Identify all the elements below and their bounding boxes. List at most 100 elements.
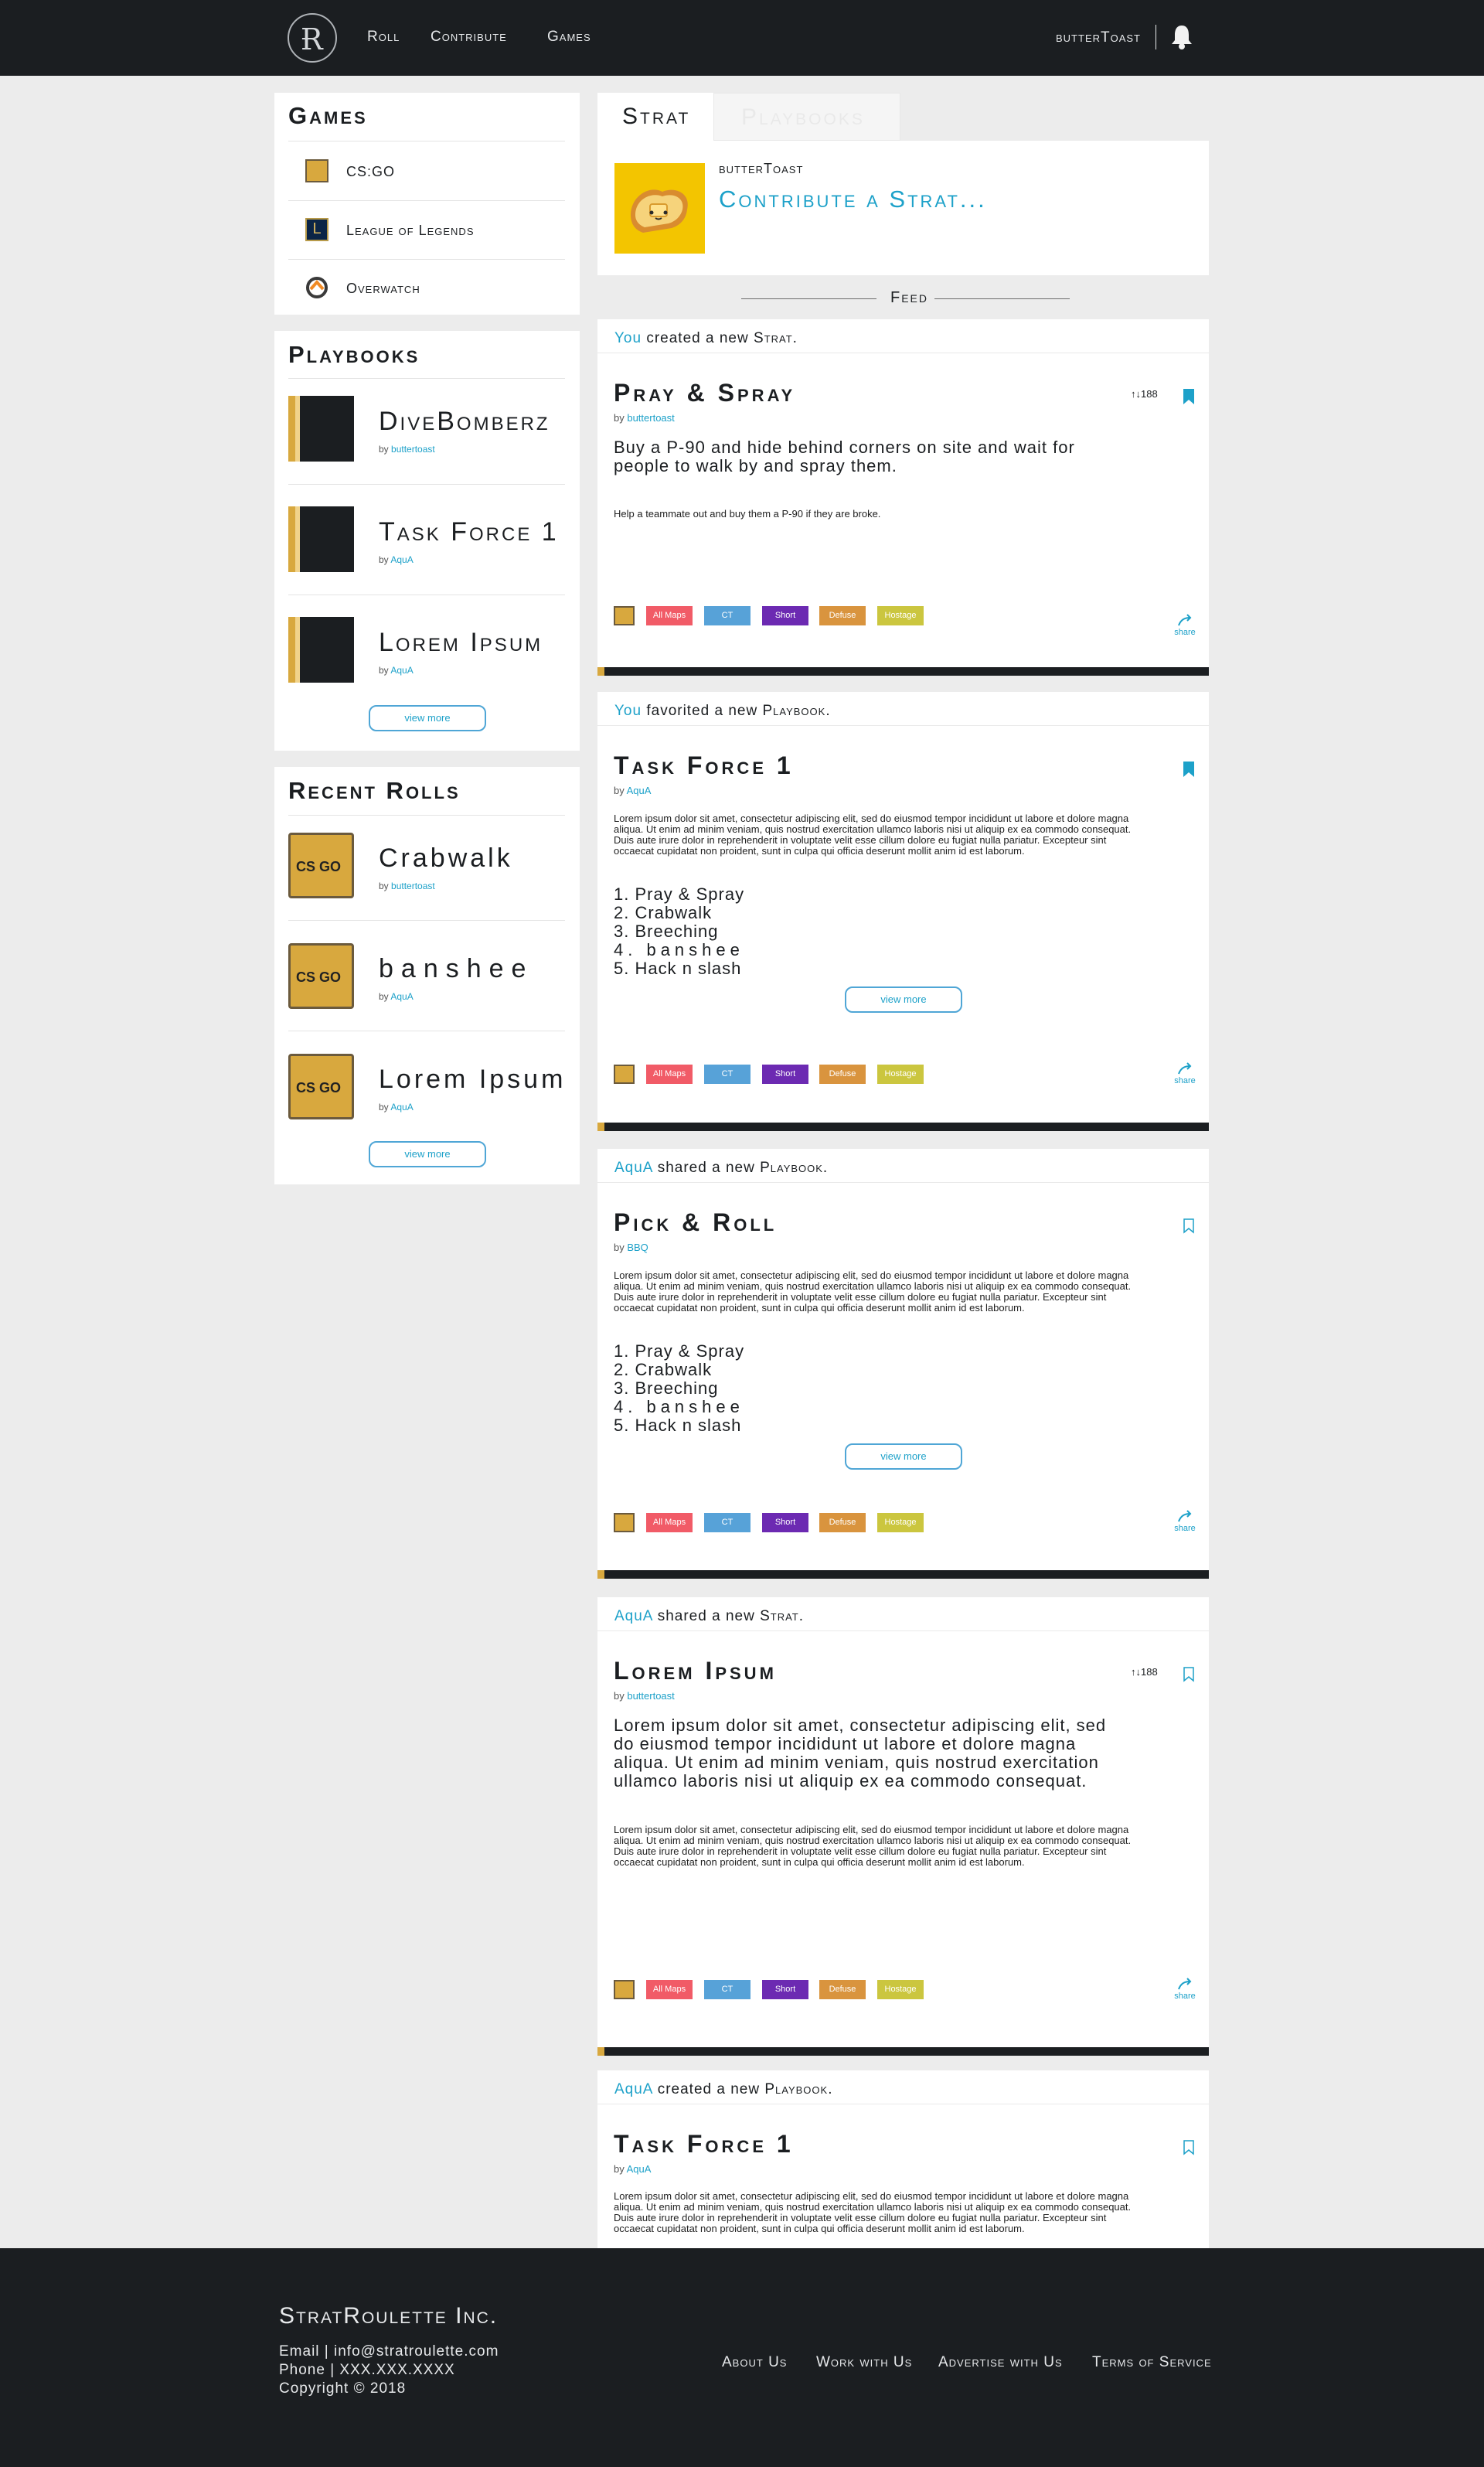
playbook-title[interactable]: Task Force 1 [614, 2130, 794, 2159]
bookmark-outline-icon[interactable] [1183, 1218, 1194, 1234]
footer-email[interactable]: Email | info@stratroulette.com [279, 2343, 499, 2360]
strat-author-link[interactable]: buttertoast [627, 412, 674, 424]
game-item-overwatch[interactable]: Overwatch [288, 264, 565, 310]
activity-actor-link[interactable]: AquA [614, 1160, 652, 1176]
playbook-item[interactable]: Lorem Ipsum by AquA [288, 617, 565, 710]
strat-title[interactable]: Lorem Ipsum [614, 1657, 777, 1685]
play-item[interactable]: 3. Breeching [614, 1379, 744, 1398]
footer-link-terms-of-service[interactable]: Terms of Service [1092, 2354, 1212, 2371]
stratroulette-logo[interactable]: Ɍ [288, 13, 337, 63]
csgo-icon [614, 606, 635, 625]
footer-link-about-us[interactable]: About Us [722, 2354, 787, 2371]
nav-contribute-link[interactable]: Contribute [431, 29, 507, 46]
bookmark-filled-icon[interactable] [1183, 762, 1194, 777]
play-item[interactable]: 4. banshee [614, 1398, 744, 1416]
games-divider [288, 259, 565, 260]
playbook-view-more-button[interactable]: view more [845, 986, 962, 1013]
playbook-author-link[interactable]: BBQ [627, 1242, 648, 1253]
tag-ct[interactable]: CT [704, 1513, 751, 1532]
roll-author-link[interactable]: buttertoast [391, 881, 435, 891]
tag-short[interactable]: Short [762, 1065, 808, 1084]
playbook-item[interactable]: DiveBomberz by buttertoast [288, 396, 565, 489]
playbook-author-link[interactable]: AquA [390, 554, 413, 565]
share-button[interactable]: share [1173, 1062, 1196, 1085]
strat-note: Lorem ipsum dolor sit amet, consectetur … [614, 1824, 1132, 1868]
footer-link-advertise-with-us[interactable]: Advertise with Us [938, 2354, 1063, 2371]
contribute-strat-input[interactable]: Contribute a Strat... [719, 186, 987, 213]
playbook-author-link[interactable]: AquA [627, 785, 652, 796]
playbook-author-link[interactable]: AquA [390, 665, 413, 676]
tab-strat[interactable]: Strat [597, 93, 713, 141]
tag-short[interactable]: Short [762, 606, 808, 625]
tag-defuse[interactable]: Defuse [819, 606, 866, 625]
play-item[interactable]: 2. Crabwalk [614, 1361, 744, 1379]
card-bottom-bar [597, 1123, 1209, 1131]
tab-playbooks[interactable]: Playbooks [713, 93, 900, 141]
playbook-view-more-button[interactable]: view more [845, 1443, 962, 1470]
roll-author-link[interactable]: AquA [390, 1102, 413, 1113]
tag-all-maps[interactable]: All Maps [646, 1980, 693, 1999]
tag-ct[interactable]: CT [704, 1065, 751, 1084]
roll-item[interactable]: CS GO Lorem Ipsum by AquA [288, 1054, 565, 1147]
playbook-description: Lorem ipsum dolor sit amet, consectetur … [614, 2190, 1132, 2234]
activity-actor-link[interactable]: You [614, 330, 642, 346]
tag-hostage[interactable]: Hostage [877, 1065, 924, 1084]
footer-link-work-with-us[interactable]: Work with Us [816, 2354, 912, 2371]
play-item[interactable]: 4. banshee [614, 941, 744, 959]
vote-control[interactable]: ↑↓188 [1131, 388, 1158, 400]
tag-hostage[interactable]: Hostage [877, 606, 924, 625]
tag-short[interactable]: Short [762, 1513, 808, 1532]
vote-control[interactable]: ↑↓188 [1131, 1666, 1158, 1678]
roll-name: banshee [379, 954, 534, 983]
roll-item[interactable]: CS GO banshee by AquA [288, 943, 565, 1036]
play-item[interactable]: 5. Hack n slash [614, 959, 744, 978]
compose-username: butterToast [719, 161, 804, 176]
play-item[interactable]: 5. Hack n slash [614, 1416, 744, 1435]
tag-defuse[interactable]: Defuse [819, 1980, 866, 1999]
playbook-title[interactable]: Task Force 1 [614, 751, 794, 780]
tag-all-maps[interactable]: All Maps [646, 1065, 693, 1084]
activity-line: AquA shared a new Playbook. [614, 1160, 829, 1176]
strat-author-link[interactable]: buttertoast [627, 1690, 674, 1702]
playbooks-divider [288, 484, 565, 485]
playbooks-view-more-button[interactable]: view more [369, 705, 486, 731]
tag-all-maps[interactable]: All Maps [646, 606, 693, 625]
username-link[interactable]: butterToast [1056, 29, 1141, 46]
playbook-author-link[interactable]: buttertoast [391, 444, 435, 455]
nav-games-link[interactable]: Games [547, 29, 591, 46]
rolls-view-more-button[interactable]: view more [369, 1141, 486, 1167]
roll-author-link[interactable]: AquA [390, 991, 413, 1002]
game-item-league-of-legends[interactable]: L League of Legends [288, 206, 565, 252]
share-button[interactable]: share [1173, 614, 1196, 637]
tag-hostage[interactable]: Hostage [877, 1513, 924, 1532]
strat-title[interactable]: Pray & Spray [614, 379, 795, 407]
activity-actor-link[interactable]: AquA [614, 2081, 652, 2097]
tag-all-maps[interactable]: All Maps [646, 1513, 693, 1532]
tag-ct[interactable]: CT [704, 606, 751, 625]
tag-ct[interactable]: CT [704, 1980, 751, 1999]
tag-short[interactable]: Short [762, 1980, 808, 1999]
activity-actor-link[interactable]: AquA [614, 1608, 652, 1624]
game-item-csgo[interactable]: CS:GO [288, 147, 565, 193]
play-item[interactable]: 2. Crabwalk [614, 904, 744, 922]
notification-bell-icon[interactable] [1170, 24, 1193, 50]
playbook-title[interactable]: Pick & Roll [614, 1208, 777, 1237]
play-item[interactable]: 3. Breeching [614, 922, 744, 941]
bookmark-filled-icon[interactable] [1183, 389, 1194, 404]
share-icon [1178, 1978, 1192, 1990]
playbook-item[interactable]: Task Force 1 by AquA [288, 506, 565, 599]
bookmark-outline-icon[interactable] [1183, 2140, 1194, 2155]
playbook-author-link[interactable]: AquA [627, 2163, 652, 2175]
tag-hostage[interactable]: Hostage [877, 1980, 924, 1999]
nav-roll-link[interactable]: Roll [367, 29, 400, 46]
tag-defuse[interactable]: Defuse [819, 1513, 866, 1532]
playbook-thumbnail [288, 617, 354, 683]
share-button[interactable]: share [1173, 1978, 1196, 2001]
play-item[interactable]: 1. Pray & Spray [614, 1342, 744, 1361]
roll-item[interactable]: CS GO Crabwalk by buttertoast [288, 833, 565, 925]
play-item[interactable]: 1. Pray & Spray [614, 885, 744, 904]
activity-actor-link[interactable]: You [614, 703, 642, 719]
bookmark-outline-icon[interactable] [1183, 1667, 1194, 1682]
share-button[interactable]: share [1173, 1510, 1196, 1533]
tag-defuse[interactable]: Defuse [819, 1065, 866, 1084]
